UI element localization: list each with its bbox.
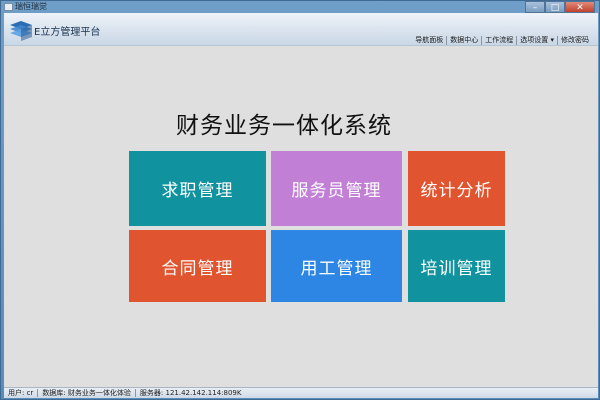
menu-options[interactable]: 选项设置 ▾ xyxy=(517,35,557,45)
system-title: 财务业务一体化系统 xyxy=(176,113,392,139)
client-area: E立方管理平台 导航面板 数据中心 工作流程 选项设置 ▾ 修改密码 财务业务一… xyxy=(4,13,598,398)
minimize-button[interactable]: – xyxy=(525,1,545,13)
window-titlebar[interactable]: 瑞恒瑞觉 – □ ✕ xyxy=(1,1,599,13)
maximize-button[interactable]: □ xyxy=(545,1,565,13)
menu-data-center[interactable]: 数据中心 xyxy=(447,35,481,45)
app-title: E立方管理平台 xyxy=(34,27,101,38)
top-menu: 导航面板 数据中心 工作流程 选项设置 ▾ 修改密码 xyxy=(412,35,592,45)
tile-waiter-management[interactable]: 服务员管理 xyxy=(271,151,402,226)
tile-statistics[interactable]: 统计分析 xyxy=(408,151,505,226)
app-window: 瑞恒瑞觉 – □ ✕ E立方管理平台 导航面板 数据中心 工作流程 选项设置 ▾… xyxy=(0,0,600,400)
status-server: 服务器: 121.42.142.114:809K xyxy=(139,389,242,397)
app-header: E立方管理平台 导航面板 数据中心 工作流程 选项设置 ▾ 修改密码 xyxy=(4,13,598,46)
menu-change-password[interactable]: 修改密码 xyxy=(558,35,592,45)
menu-nav-panel[interactable]: 导航面板 xyxy=(412,35,446,45)
status-bar: 用户: cr 数据库: 财务业务一体化体验 服务器: 121.42.142.11… xyxy=(4,387,598,398)
stack-logo-icon xyxy=(10,21,32,41)
tile-training-management[interactable]: 培训管理 xyxy=(408,230,505,302)
status-user: 用户: cr xyxy=(8,389,34,397)
tile-job-seeking[interactable]: 求职管理 xyxy=(129,151,266,226)
tile-labor-management[interactable]: 用工管理 xyxy=(271,230,402,302)
status-database: 数据库: 财务业务一体化体验 xyxy=(42,389,131,397)
tile-contract-management[interactable]: 合同管理 xyxy=(129,230,266,302)
close-button[interactable]: ✕ xyxy=(565,1,595,13)
window-controls: – □ ✕ xyxy=(525,1,595,13)
window-app-icon xyxy=(4,3,13,11)
main-panel: 财务业务一体化系统 求职管理 服务员管理 统计分析 合同管理 用工管理 培训管理 xyxy=(4,46,598,387)
window-title: 瑞恒瑞觉 xyxy=(15,2,47,11)
menu-workflow[interactable]: 工作流程 xyxy=(482,35,516,45)
